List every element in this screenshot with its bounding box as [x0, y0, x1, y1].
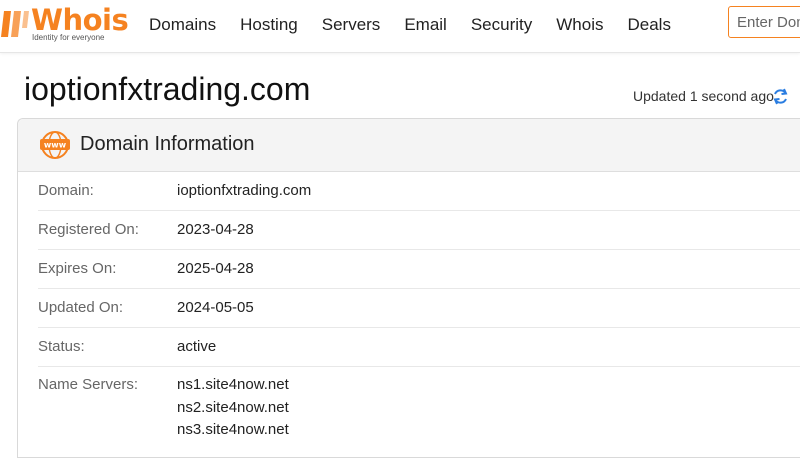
main-nav: Domains Hosting Servers Email Security W… [149, 15, 695, 35]
status-row: Status: active [38, 327, 800, 367]
expires-on-value: 2025-04-28 [177, 260, 254, 277]
updated-status-text: Updated 1 second ago [633, 88, 774, 104]
page-title: ioptionfxtrading.com [24, 71, 311, 107]
panel-header: www Domain Information [18, 119, 800, 172]
refresh-icon[interactable] [772, 88, 789, 105]
name-server-item: ns1.site4now.net [177, 376, 289, 393]
registered-on-row: Registered On: 2023-04-28 [38, 210, 800, 250]
nav-item-servers[interactable]: Servers [322, 15, 381, 35]
domain-info-panel: www Domain Information Domain: ioptionfx… [17, 118, 800, 458]
logo-mark-icon [1, 11, 29, 37]
name-servers-label: Name Servers: [38, 376, 139, 393]
updated-on-value: 2024-05-05 [177, 299, 254, 316]
nav-item-deals[interactable]: Deals [627, 15, 670, 35]
panel-title: Domain Information [80, 133, 255, 155]
nav-item-security[interactable]: Security [471, 15, 532, 35]
name-server-item: ns2.site4now.net [177, 398, 289, 416]
nav-item-whois[interactable]: Whois [556, 15, 603, 35]
nav-item-domains[interactable]: Domains [149, 15, 216, 35]
registered-on-value: 2023-04-28 [177, 221, 254, 238]
domain-search-input[interactable] [728, 6, 800, 38]
logo-tagline: Identity for everyone [32, 33, 105, 42]
domain-row: Domain: ioptionfxtrading.com [38, 171, 800, 211]
nav-item-email[interactable]: Email [404, 15, 447, 35]
svg-text:www: www [44, 141, 67, 150]
registered-on-label: Registered On: [38, 221, 139, 238]
top-navbar: Whois Identity for everyone Domains Host… [0, 0, 800, 53]
whois-logo[interactable]: Whois Identity for everyone [0, 2, 130, 46]
updated-on-row: Updated On: 2024-05-05 [38, 288, 800, 328]
logo-wordmark: Whois [31, 3, 129, 37]
name-servers-list: ns1.site4now.net ns2.site4now.net ns3.si… [177, 374, 289, 442]
expires-on-row: Expires On: 2025-04-28 [38, 249, 800, 289]
nav-item-hosting[interactable]: Hosting [240, 15, 298, 35]
name-server-item: ns3.site4now.net [177, 421, 289, 438]
status-label: Status: [38, 338, 85, 355]
domain-label: Domain: [38, 182, 94, 199]
expires-on-label: Expires On: [38, 260, 117, 277]
status-value: active [177, 338, 217, 355]
updated-on-label: Updated On: [38, 299, 124, 316]
www-icon: www [40, 131, 70, 159]
domain-value: ioptionfxtrading.com [177, 182, 312, 199]
